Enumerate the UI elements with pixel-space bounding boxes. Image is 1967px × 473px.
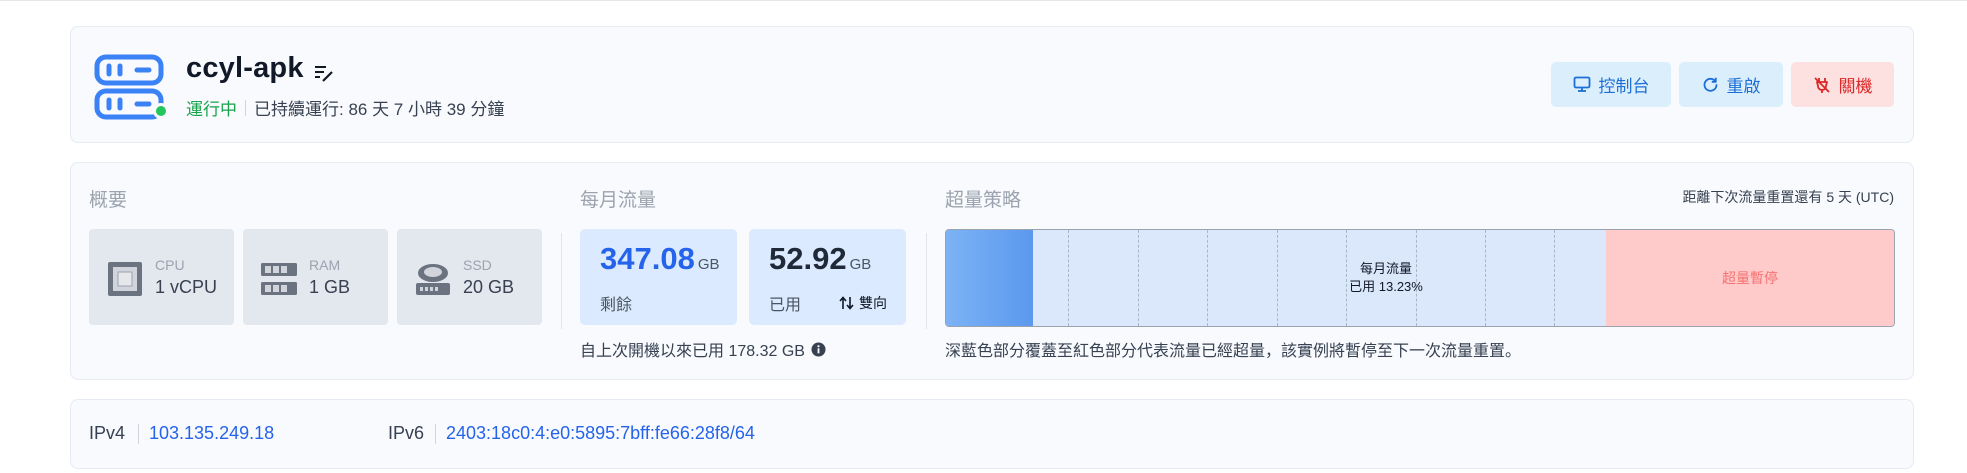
since-boot-usage: 自上次開機以來已用 178.32 GB <box>580 337 826 361</box>
traffic-usage-bar: 超量暫停 每月流量 已用 13.23% <box>945 229 1895 327</box>
traffic-direction-toggle[interactable]: 雙向 <box>839 293 887 313</box>
traffic-remaining-box: 347.08 GB 剩餘 <box>580 229 737 325</box>
bar-used-percent: 已用 13.23% <box>1349 279 1423 294</box>
traffic-used-value: 52.92 <box>769 241 847 276</box>
server-header-card: ccyl-apk 運行中 已持續運行: 86 天 7 小時 39 分鐘 控制台 … <box>70 26 1914 143</box>
traffic-used-label: 已用 <box>769 297 802 314</box>
spec-cpu: CPU 1 vCPU <box>89 229 234 325</box>
bar-grid-line <box>1485 230 1486 326</box>
power-off-icon <box>1813 76 1830 93</box>
bar-grid-line <box>1207 230 1208 326</box>
ram-icon <box>261 263 297 295</box>
bar-overage-zone: 超量暫停 <box>1606 230 1894 326</box>
reboot-button-label: 重啟 <box>1726 77 1761 96</box>
spec-ram: RAM 1 GB <box>243 229 388 325</box>
policy-title: 超量策略 <box>945 190 1022 211</box>
shutdown-button-label: 關機 <box>1838 77 1873 96</box>
spec-cpu-label: CPU <box>155 257 185 273</box>
bar-grid-line <box>1068 230 1069 326</box>
traffic-title: 每月流量 <box>580 190 657 211</box>
ipv6-separator <box>435 424 436 444</box>
ipv4-separator <box>138 424 139 444</box>
reset-countdown: 距離下次流量重置還有 5 天 (UTC) <box>1682 189 1894 205</box>
spec-cpu-value: 1 vCPU <box>155 277 218 297</box>
cpu-icon <box>108 262 142 296</box>
spec-ssd-label: SSD <box>463 257 492 273</box>
swap-vertical-icon <box>839 296 854 310</box>
policy-note: 深藍色部分覆蓋至紅色部分代表流量已經超量，該實例將暫停至下一次流量重置。 <box>945 343 1522 360</box>
top-divider <box>0 0 1967 1</box>
status-separator <box>245 99 246 116</box>
spec-ssd-value: 20 GB <box>463 277 515 297</box>
uptime-text: 已持續運行: 86 天 7 小時 39 分鐘 <box>254 100 505 119</box>
traffic-remaining-value: 347.08 <box>600 241 695 276</box>
ssd-icon <box>416 264 450 295</box>
bar-used-fill <box>946 230 1033 326</box>
bar-center-label: 每月流量 已用 13.23% <box>1306 260 1466 296</box>
reboot-button[interactable]: 重啟 <box>1679 62 1783 107</box>
edit-name-icon[interactable] <box>314 63 334 83</box>
shutdown-button[interactable]: 關機 <box>1791 62 1894 107</box>
ipv4-address[interactable]: 103.135.249.18 <box>149 423 274 444</box>
status-running-text: 運行中 <box>186 100 237 119</box>
traffic-direction-label: 雙向 <box>859 295 887 311</box>
traffic-remaining: 347.08 GB <box>600 241 720 277</box>
ipv4-label: IPv4 <box>89 423 126 443</box>
bar-grid-line <box>1277 230 1278 326</box>
spec-ram-label: RAM <box>309 257 341 273</box>
section-divider <box>561 233 562 329</box>
section-divider <box>926 233 927 329</box>
bar-overage-label: 超量暫停 <box>1722 270 1778 286</box>
stats-card: 概要 CPU 1 vCPU RAM 1 GB SSD 20 GB 每月流量 34… <box>70 162 1914 380</box>
bar-grid-line <box>1554 230 1555 326</box>
bar-title: 每月流量 <box>1359 261 1412 276</box>
bar-grid-line <box>1138 230 1139 326</box>
since-boot-text: 自上次開機以來已用 178.32 GB <box>580 343 805 360</box>
monitor-icon <box>1573 76 1590 92</box>
ipv6-label: IPv6 <box>388 423 425 443</box>
console-button-label: 控制台 <box>1598 77 1650 96</box>
console-button[interactable]: 控制台 <box>1551 62 1671 107</box>
traffic-used-box: 52.92 GB 已用 雙向 <box>749 229 906 325</box>
spec-ssd: SSD 20 GB <box>397 229 542 325</box>
traffic-used-unit: GB <box>849 256 872 273</box>
traffic-used: 52.92 GB <box>769 241 871 277</box>
overview-title: 概要 <box>89 190 128 211</box>
spec-ram-value: 1 GB <box>309 277 351 297</box>
traffic-remaining-label: 剩餘 <box>600 297 633 314</box>
ipv6-address[interactable]: 2403:18c0:4:e0:5895:7bff:fe66:28f8/64 <box>446 423 755 444</box>
status-line: 運行中 已持續運行: 86 天 7 小時 39 分鐘 <box>186 95 504 120</box>
refresh-icon <box>1703 77 1717 92</box>
traffic-remaining-unit: GB <box>697 256 720 273</box>
info-icon[interactable] <box>811 342 826 357</box>
network-card: IPv4 103.135.249.18 IPv6 2403:18c0:4:e0:… <box>70 399 1914 469</box>
server-name: ccyl-apk <box>186 52 304 84</box>
status-online-dot <box>153 103 169 119</box>
